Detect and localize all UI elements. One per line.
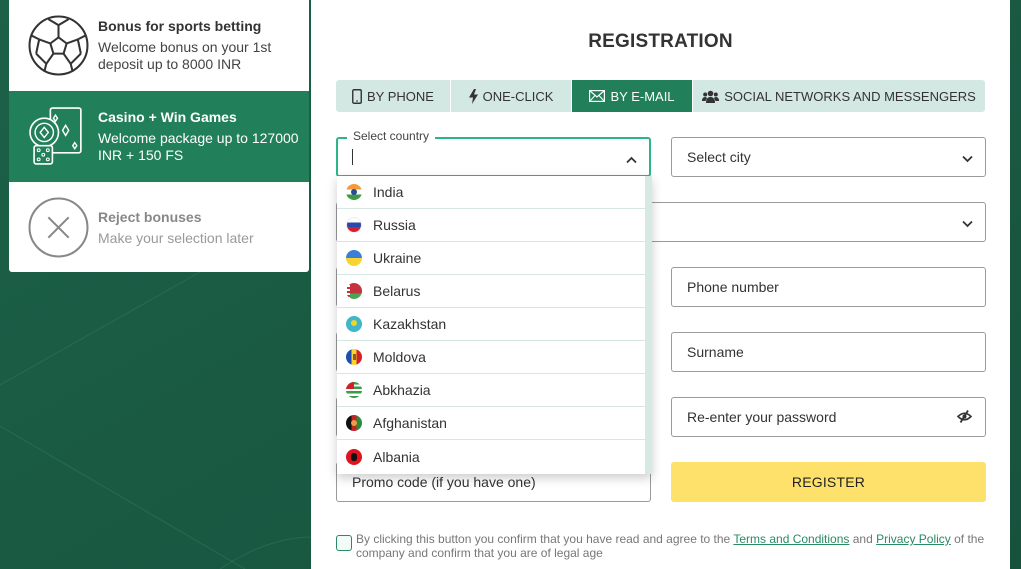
soccer-ball-icon <box>28 15 89 76</box>
phone-icon <box>352 88 362 104</box>
flag-ukraine-icon <box>346 250 362 266</box>
flag-india-icon <box>346 184 362 200</box>
bonus-title: Casino + Win Games <box>98 109 237 125</box>
terms-text-prefix: By clicking this button you confirm that… <box>356 532 734 546</box>
flag-moldova-icon <box>346 349 362 365</box>
country-name: Afghanistan <box>373 415 447 431</box>
flag-belarus-icon <box>346 283 362 299</box>
country-name: Ukraine <box>373 250 422 266</box>
close-circle-icon <box>28 197 89 258</box>
country-dropdown-list[interactable]: India Russia Ukraine Belarus Kazakhstan … <box>337 176 652 474</box>
flag-russia-icon <box>346 217 362 233</box>
country-name: Albania <box>373 448 420 465</box>
city-select[interactable]: Select city <box>671 137 986 177</box>
country-select[interactable]: Select country <box>336 129 651 177</box>
bonus-description: Welcome package up to 127000 INR + 150 F… <box>98 130 299 163</box>
country-label: Select country <box>347 129 436 143</box>
privacy-policy-link[interactable]: Privacy Policy <box>876 532 951 546</box>
tab-by-phone[interactable]: BY PHONE <box>336 80 451 112</box>
page-title: REGISTRATION <box>588 31 733 52</box>
bonus-description: Welcome bonus on your 1st deposit up to … <box>98 39 272 72</box>
phone-placeholder: Phone number <box>687 279 779 295</box>
terms-checkbox[interactable] <box>336 535 352 551</box>
country-option-ukraine[interactable]: Ukraine <box>337 242 645 275</box>
country-name: Moldova <box>373 349 426 365</box>
surname-input[interactable]: Surname <box>671 332 986 372</box>
country-option-belarus[interactable]: Belarus <box>337 275 645 308</box>
city-placeholder: Select city <box>687 149 751 165</box>
tab-social-networks[interactable]: SOCIAL NETWORKS AND MESSENGERS <box>693 80 985 112</box>
terms-agreement: By clicking this button you confirm that… <box>336 532 991 560</box>
country-name: Kazakhstan <box>373 316 447 332</box>
eye-slash-icon[interactable] <box>956 410 973 426</box>
flag-albania-icon <box>346 448 362 465</box>
bonus-option-casino[interactable]: Casino + Win Games Welcome package up to… <box>9 91 309 182</box>
users-icon <box>702 90 720 103</box>
tab-label: SOCIAL NETWORKS AND MESSENGERS <box>724 88 976 104</box>
terms-text: By clicking this button you confirm that… <box>356 532 991 560</box>
country-option-afghanistan[interactable]: Afghanistan <box>337 407 645 440</box>
country-option-kazakhstan[interactable]: Kazakhstan <box>337 308 645 341</box>
registration-method-tabs: BY PHONE ONE-CLICK BY E-MAIL SOCIAL NETW… <box>336 80 985 112</box>
flag-abkhazia-icon <box>346 382 362 398</box>
chevron-up-icon[interactable] <box>626 151 637 167</box>
flag-kazakhstan-icon <box>346 316 362 332</box>
register-button[interactable]: REGISTER <box>671 462 986 502</box>
surname-placeholder: Surname <box>687 344 744 360</box>
country-option-abkhazia[interactable]: Abkhazia <box>337 374 645 407</box>
lightning-icon <box>468 88 478 104</box>
repeat-password-input[interactable]: Re-enter your password <box>671 397 986 437</box>
bonus-title: Reject bonuses <box>98 208 202 225</box>
casino-chips-cards-dice-icon <box>28 106 89 167</box>
bonus-description: Make your selection later <box>98 229 254 246</box>
bonus-option-reject[interactable]: Reject bonuses Make your selection later <box>9 182 309 272</box>
country-option-india[interactable]: India <box>337 176 645 209</box>
bonus-selection-panel: Bonus for sports betting Welcome bonus o… <box>9 0 309 272</box>
flag-afghanistan-icon <box>346 415 362 431</box>
terms-text-and: and <box>849 532 877 546</box>
tab-label: ONE-CLICK <box>482 88 554 104</box>
tab-label: BY PHONE <box>367 88 434 104</box>
text-caret <box>352 149 353 165</box>
country-name: Russia <box>373 217 416 233</box>
tab-by-email[interactable]: BY E-MAIL <box>572 80 693 112</box>
country-option-russia[interactable]: Russia <box>337 209 645 242</box>
country-option-albania[interactable]: Albania <box>337 440 645 473</box>
bonus-title: Bonus for sports betting <box>98 18 262 34</box>
country-name: India <box>373 184 404 200</box>
country-name: Belarus <box>373 283 421 299</box>
chevron-down-icon <box>962 150 973 166</box>
tab-label: BY E-MAIL <box>610 88 675 104</box>
tab-one-click[interactable]: ONE-CLICK <box>451 80 572 112</box>
country-option-moldova[interactable]: Moldova <box>337 341 645 374</box>
country-name: Abkhazia <box>373 382 431 398</box>
terms-link[interactable]: Terms and Conditions <box>733 532 849 546</box>
envelope-icon <box>589 90 606 102</box>
bonus-option-sports[interactable]: Bonus for sports betting Welcome bonus o… <box>9 0 309 91</box>
phone-number-input[interactable]: Phone number <box>671 267 986 307</box>
chevron-down-icon <box>962 215 973 231</box>
repeat-password-placeholder: Re-enter your password <box>687 409 837 425</box>
dropdown-scrollbar[interactable] <box>647 177 651 194</box>
promo-placeholder: Promo code (if you have one) <box>352 474 536 490</box>
